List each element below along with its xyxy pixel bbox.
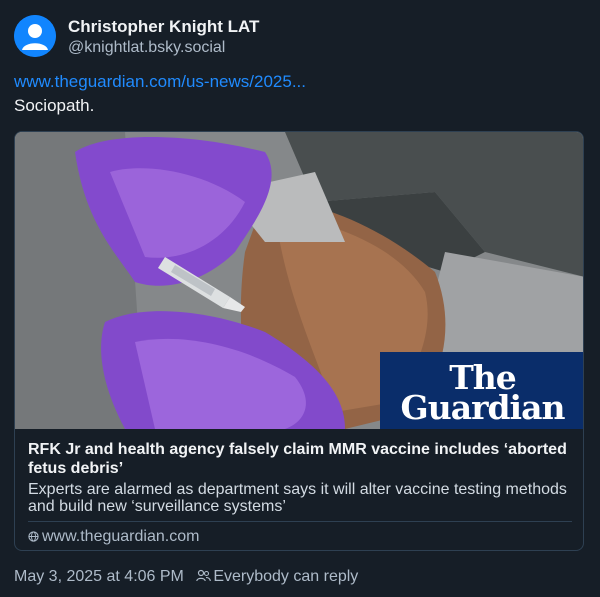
reply-setting[interactable]: Everybody can reply [213,568,358,585]
logo-line-guardian: Guardian [400,388,566,427]
link-preview-domain: www.theguardian.com [28,528,199,546]
people-icon [196,570,212,582]
post-footer: May 3, 2025 at 4:06 PM Everybody can rep… [14,568,358,586]
author-handle[interactable]: @knightlat.bsky.social [68,39,225,57]
card-divider [28,521,572,522]
link-preview-domain-text: www.theguardian.com [42,528,200,545]
guardian-logo: The Guardian [380,352,583,429]
post-timestamp[interactable]: May 3, 2025 at 4:06 PM [14,568,184,585]
link-preview-thumbnail: The Guardian [15,132,583,429]
default-avatar-icon [14,15,56,57]
post-text: Sociopath. [14,96,95,115]
link-preview-title: RFK Jr and health agency falsely claim M… [28,441,567,477]
post-link[interactable]: www.theguardian.com/us-news/2025... [14,72,306,92]
post-thread-item: Christopher Knight LAT @knightlat.bsky.s… [0,0,600,597]
link-preview-description: Experts are alarmed as department says i… [28,481,567,515]
link-preview-card[interactable]: The Guardian RFK Jr and health agency fa… [14,131,584,551]
author-display-name[interactable]: Christopher Knight LAT [68,17,259,37]
author-avatar[interactable] [14,15,56,57]
globe-icon [28,531,39,542]
